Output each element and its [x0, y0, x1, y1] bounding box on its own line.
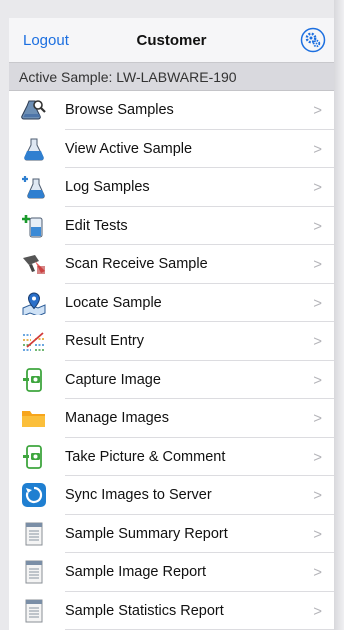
map-pin-icon	[21, 291, 47, 317]
chevron-right-icon: >	[313, 256, 322, 273]
menu-item-scan-receive-sample[interactable]: Scan Receive Sample >	[9, 245, 334, 284]
menu-item-capture-image[interactable]: Capture Image >	[9, 361, 334, 400]
chevron-right-icon: >	[313, 487, 322, 504]
report-icon	[21, 522, 47, 546]
menu-item-label: Capture Image	[65, 371, 161, 388]
chevron-right-icon: >	[313, 294, 322, 312]
beaker-add-icon	[21, 214, 47, 238]
report-icon	[21, 599, 47, 623]
menu-item-result-entry[interactable]: Result Entry >	[9, 322, 334, 361]
chevron-right-icon: >	[313, 448, 322, 466]
chevron-right-icon: >	[313, 602, 322, 620]
flask-search-icon	[21, 98, 47, 122]
background-edge	[334, 0, 344, 630]
menu-item-label: Sample Statistics Report	[65, 602, 224, 619]
chevron-right-icon: >	[313, 564, 322, 581]
menu-item-edit-tests[interactable]: Edit Tests >	[9, 207, 334, 246]
phone-camera-icon	[21, 367, 47, 392]
menu-item-label: Log Samples	[65, 179, 150, 195]
active-sample-banner: Active Sample: LW-LABWARE-190	[9, 63, 334, 91]
chevron-right-icon: >	[313, 140, 322, 158]
chevron-right-icon: >	[313, 371, 322, 389]
phone-camera-icon	[21, 444, 47, 469]
report-icon	[21, 560, 47, 584]
menu-item-manage-images[interactable]: Manage Images >	[9, 399, 334, 438]
menu-item-label: Locate Sample	[65, 294, 162, 311]
menu-item-sample-statistics-report[interactable]: Sample Statistics Report >	[9, 592, 334, 630]
chevron-right-icon: >	[313, 410, 322, 427]
menu-item-label: Edit Tests	[65, 217, 128, 234]
flask-add-icon	[21, 175, 47, 199]
menu-item-label: Browse Samples	[65, 102, 174, 118]
menu-item-label: Take Picture & Comment	[65, 448, 226, 465]
menu-item-sample-image-report[interactable]: Sample Image Report >	[9, 553, 334, 592]
chart-entry-icon	[21, 329, 47, 353]
menu-item-label: View Active Sample	[65, 140, 193, 157]
flask-icon	[21, 137, 47, 161]
menu-item-label: Scan Receive Sample	[65, 256, 208, 272]
folder-icon	[21, 406, 47, 430]
sync-icon	[21, 483, 47, 507]
app-screen: Logout Customer Active Sample: LW-LABWAR…	[9, 18, 334, 630]
menu-item-label: Result Entry	[65, 333, 144, 349]
menu-item-locate-sample[interactable]: Locate Sample >	[9, 284, 334, 323]
barcode-scanner-icon	[21, 252, 47, 276]
active-sample-text: Active Sample: LW-LABWARE-190	[19, 69, 237, 85]
menu-item-log-samples[interactable]: Log Samples >	[9, 168, 334, 207]
chevron-right-icon: >	[313, 333, 322, 350]
menu-item-browse-samples[interactable]: Browse Samples >	[9, 91, 334, 130]
menu-item-sync-images[interactable]: Sync Images to Server >	[9, 476, 334, 515]
chevron-right-icon: >	[313, 179, 322, 196]
navigation-bar: Logout Customer	[9, 18, 334, 63]
chevron-right-icon: >	[313, 525, 322, 543]
chevron-right-icon: >	[313, 102, 322, 119]
menu-list: Browse Samples > View Active Sample > Lo…	[9, 91, 334, 630]
menu-item-label: Sync Images to Server	[65, 487, 212, 503]
chevron-right-icon: >	[313, 217, 322, 235]
menu-item-label: Manage Images	[65, 410, 169, 426]
menu-item-view-active-sample[interactable]: View Active Sample >	[9, 130, 334, 169]
page-title: Customer	[136, 32, 207, 49]
menu-item-sample-summary-report[interactable]: Sample Summary Report >	[9, 515, 334, 554]
menu-item-label: Sample Image Report	[65, 564, 207, 580]
settings-gear-icon[interactable]	[300, 27, 326, 53]
menu-item-label: Sample Summary Report	[65, 525, 228, 542]
menu-item-take-picture-comment[interactable]: Take Picture & Comment >	[9, 438, 334, 477]
